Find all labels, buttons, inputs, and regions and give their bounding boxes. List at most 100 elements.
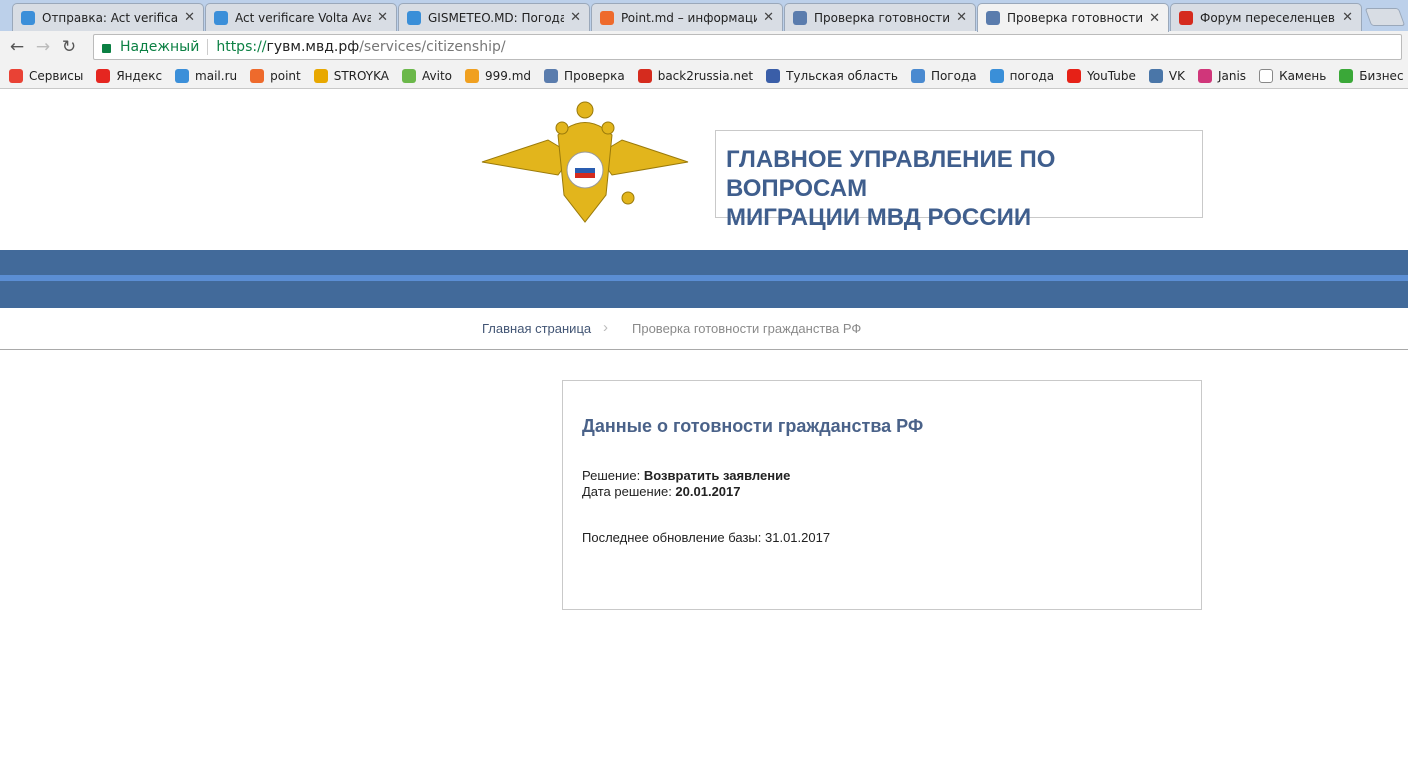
bookmark-label: Сервисы	[29, 68, 84, 83]
bookmark-item[interactable]: Яндекс	[96, 68, 163, 83]
circle-icon	[600, 10, 614, 25]
url-scheme: https://	[216, 39, 267, 55]
bookmark-item[interactable]: Avito	[402, 68, 452, 83]
secure-label: Надежный	[120, 39, 200, 55]
back-icon[interactable]: ←	[4, 37, 30, 57]
breadcrumb: Главная страница › Проверка готовности г…	[0, 308, 1408, 350]
apps-icon	[9, 68, 23, 83]
browser-tab[interactable]: Point.md – информацио ✕	[591, 3, 783, 31]
russia-flag-icon	[1179, 10, 1193, 25]
tab-title: Point.md – информацио	[621, 10, 758, 25]
999-icon	[465, 68, 480, 83]
agency-title-line-1: ГЛАВНОЕ УПРАВЛЕНИЕ ПО ВОПРОСАМ	[726, 146, 1056, 202]
russia-flag-icon	[637, 68, 652, 83]
browser-tab[interactable]: Проверка готовности гр ✕	[784, 3, 976, 31]
page-icon	[1259, 68, 1274, 83]
tab-title: Отправка: Act verificare	[42, 10, 179, 25]
agency-title: ГЛАВНОЕ УПРАВЛЕНИЕ ПО ВОПРОСАМ МИГРАЦИИ …	[715, 130, 1203, 231]
tab-strip: Отправка: Act verificare ✕ Act verificare …	[0, 0, 1408, 32]
browser-tab[interactable]: Act verificare Volta Avan ✕	[205, 3, 397, 31]
divider	[207, 39, 209, 55]
bookmark-label: Janis	[1217, 68, 1247, 83]
date-label: Дата решение:	[582, 484, 676, 499]
close-icon[interactable]: ✕	[1342, 10, 1353, 25]
close-icon[interactable]: ✕	[956, 10, 967, 25]
drop-icon	[989, 68, 1004, 83]
update-label: Последнее обновление базы:	[582, 530, 765, 545]
circle-icon	[250, 68, 265, 83]
update-value: 31.01.2017	[765, 530, 831, 545]
drop-icon	[407, 10, 421, 25]
decision-date-row: Дата решение: 20.01.2017	[582, 484, 741, 499]
chevron-right-icon: ›	[603, 319, 608, 336]
bookmark-item[interactable]: back2russia.net	[637, 68, 754, 83]
close-icon[interactable]: ✕	[570, 10, 581, 25]
new-tab-button[interactable]	[1364, 8, 1406, 26]
bookmark-item[interactable]: 999.md	[465, 68, 532, 83]
decision-row: Решение: Возвратить заявление	[582, 468, 790, 483]
decision-value: Возвратить заявление	[643, 468, 791, 483]
tab-title: Проверка готовности гр	[1007, 11, 1144, 25]
bookmark-label: 999.md	[485, 68, 532, 83]
date-value: 20.01.2017	[675, 484, 741, 499]
lock-icon	[102, 43, 111, 53]
card-title: Данные о готовности гражданства РФ	[582, 416, 924, 436]
bookmark-label: Тульская область	[786, 68, 898, 83]
bookmark-item[interactable]: погода	[989, 68, 1055, 83]
avito-icon	[402, 68, 417, 83]
bookmark-label: Погода	[930, 68, 977, 83]
browser-tab[interactable]: Отправка: Act verificare ✕	[12, 3, 204, 31]
bookmark-item[interactable]: mail.ru	[175, 68, 238, 83]
janis-icon	[1197, 68, 1212, 83]
bookmark-item[interactable]: Сервисы	[9, 68, 84, 83]
check-icon	[1339, 68, 1354, 83]
tab-title: Форум переселенцев -	[1200, 10, 1337, 25]
bookmark-item[interactable]: Камень	[1259, 68, 1326, 83]
forward-icon[interactable]: →	[30, 37, 56, 57]
bookmark-item[interactable]: Бизнес форум	[1339, 68, 1408, 83]
tab-title: Проверка готовности гр	[814, 10, 951, 25]
bookmark-item[interactable]: Janis	[1197, 68, 1247, 83]
mail-at-icon	[175, 68, 190, 83]
bookmark-item[interactable]: YouTube	[1067, 68, 1136, 83]
bookmark-item[interactable]: Погода	[910, 68, 977, 83]
bookmark-item[interactable]: VK	[1148, 68, 1185, 83]
mvd-emblem-logo	[481, 101, 689, 223]
header-stripe	[0, 275, 1408, 281]
mvd-icon	[986, 11, 1000, 25]
tab-title: GISMETEO.MD: Погода в	[428, 10, 565, 25]
close-icon[interactable]: ✕	[184, 10, 195, 25]
close-icon[interactable]: ✕	[763, 10, 774, 25]
url-host: гувм.мвд.рф	[266, 39, 360, 55]
bookmark-label: Бизнес форум	[1359, 68, 1408, 83]
citizenship-status-card: Данные о готовности гражданства РФ Решен…	[562, 380, 1202, 610]
youtube-icon	[1067, 68, 1082, 83]
weather-icon	[910, 68, 925, 83]
close-icon[interactable]: ✕	[1149, 11, 1160, 26]
bookmark-label: Яндекс	[116, 68, 163, 83]
reload-icon[interactable]: ↻	[56, 37, 82, 57]
bookmark-label: погода	[1009, 68, 1055, 83]
header-band	[0, 250, 1408, 308]
bookmark-item[interactable]: Тульская область	[766, 68, 898, 83]
close-icon[interactable]: ✕	[377, 10, 388, 25]
browser-tab[interactable]: GISMETEO.MD: Погода в ✕	[398, 3, 590, 31]
flag-icon	[766, 68, 781, 83]
bookmark-item[interactable]: STROYKA	[313, 68, 389, 83]
bookmark-label: VK	[1168, 68, 1185, 83]
url-path: /services/citizenship/	[359, 39, 506, 55]
bookmark-item[interactable]: point	[250, 68, 301, 83]
browser-tab[interactable]: Проверка готовности гр ✕	[977, 3, 1169, 32]
bookmark-label: Проверка	[564, 68, 625, 83]
breadcrumb-home-link[interactable]: Главная страница	[482, 321, 591, 336]
stroyka-icon	[313, 68, 328, 83]
address-bar[interactable]: Надежный https://гувм.мвд.рф/services/ci…	[93, 34, 1402, 60]
mvd-icon	[544, 68, 559, 83]
bookmark-label: mail.ru	[195, 68, 238, 83]
browser-tab[interactable]: Форум переселенцев - ✕	[1170, 3, 1362, 31]
mail-at-icon	[21, 10, 35, 25]
bookmarks-bar: Сервисы Яндекс mail.ru point STROYKA Avito 999…	[0, 63, 1408, 89]
bookmark-item[interactable]: Проверка	[544, 68, 625, 83]
agency-title-line-2: МИГРАЦИИ МВД РОССИИ	[726, 204, 1032, 231]
bookmark-label: back2russia.net	[657, 68, 754, 83]
